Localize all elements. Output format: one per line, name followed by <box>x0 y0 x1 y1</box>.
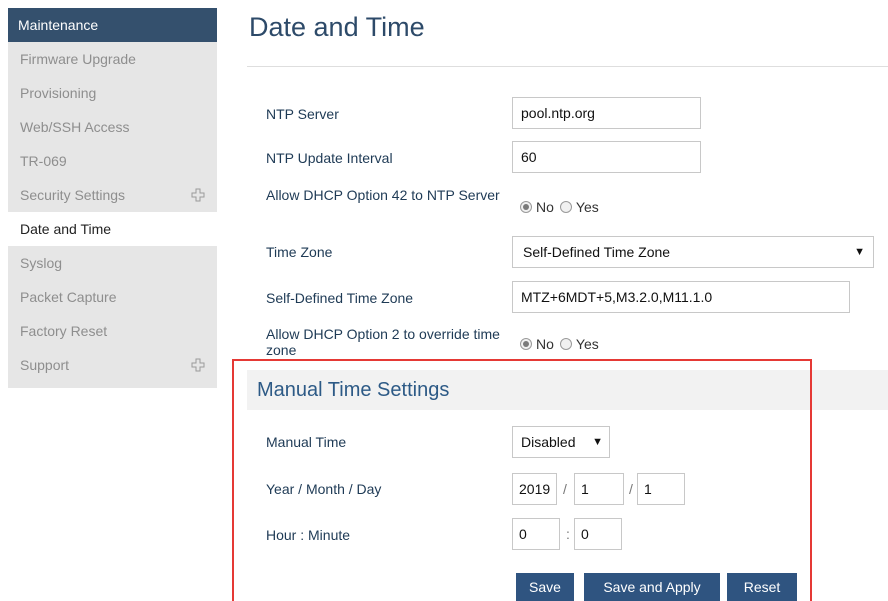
month-input[interactable]: 1 <box>574 473 624 505</box>
manual-time-label: Manual Time <box>266 434 347 450</box>
sidebar-item-label: Provisioning <box>20 85 97 101</box>
dhcp42-yes-radio[interactable] <box>559 201 572 213</box>
time-zone-value: Self-Defined Time Zone <box>523 244 671 260</box>
date-label: Year / Month / Day <box>266 481 382 497</box>
sidebar-item-label: Security Settings <box>20 187 126 203</box>
ntp-server-label: NTP Server <box>266 106 339 122</box>
dhcp2-yes-label: Yes <box>575 336 599 352</box>
dhcp2-yes-radio[interactable] <box>559 338 572 350</box>
reset-button[interactable]: Reset <box>727 573 797 601</box>
expand-plus-icon[interactable] <box>191 188 205 202</box>
day-input[interactable]: 1 <box>637 473 685 505</box>
dhcp42-no-label: No <box>536 199 554 215</box>
sidebar-item-label: Packet Capture <box>20 289 117 305</box>
expand-plus-icon[interactable] <box>191 358 205 372</box>
ntp-interval-input[interactable] <box>512 141 701 173</box>
date-separator: / <box>563 481 567 497</box>
ntp-server-input[interactable] <box>512 97 701 129</box>
dhcp2-no-radio[interactable] <box>520 338 532 350</box>
dhcp2-label: Allow DHCP Option 2 to override time zon… <box>266 326 500 358</box>
year-input[interactable]: 2019 <box>512 473 557 505</box>
sidebar-item-firmware-upgrade[interactable]: Firmware Upgrade <box>8 42 217 76</box>
sidebar-item-syslog[interactable]: Syslog <box>8 246 217 280</box>
sidebar-item-label: Syslog <box>20 255 63 271</box>
page-title: Date and Time <box>249 12 425 42</box>
sidebar-item-security-settings[interactable]: Security Settings <box>8 178 217 212</box>
date-separator: / <box>629 481 633 497</box>
dhcp2-no-label: No <box>536 336 554 352</box>
dhcp42-yes-label: Yes <box>575 199 599 215</box>
sidebar-item-packet-capture[interactable]: Packet Capture <box>8 280 217 314</box>
sidebar-item-tr-069[interactable]: TR-069 <box>8 144 217 178</box>
sidebar-item-label: Factory Reset <box>20 323 108 339</box>
sidebar-item-label: Web/SSH Access <box>20 119 130 135</box>
ntp-interval-label: NTP Update Interval <box>266 150 393 166</box>
manual-time-select[interactable]: Disabled ▼ <box>512 426 610 458</box>
time-separator: : <box>566 526 570 542</box>
hour-input[interactable]: 0 <box>512 518 560 550</box>
sidebar-item-support[interactable]: Support <box>8 348 217 382</box>
sidebar-item-label: Firmware Upgrade <box>20 51 136 67</box>
time-label: Hour : Minute <box>266 527 351 543</box>
manual-section-title: Manual Time Settings <box>257 379 450 401</box>
dropdown-arrow-icon: ▼ <box>592 436 603 448</box>
dhcp2-radio-group: No Yes <box>520 336 605 352</box>
manual-time-value: Disabled <box>521 434 576 450</box>
sidebar-item-label: TR-069 <box>20 153 67 169</box>
time-zone-label: Time Zone <box>266 244 333 260</box>
dhcp42-no-radio[interactable] <box>520 201 532 213</box>
self-defined-tz-label: Self-Defined Time Zone <box>266 290 414 306</box>
self-defined-tz-input[interactable] <box>512 281 850 313</box>
sidebar: Maintenance Firmware Upgrade Provisionin… <box>8 8 217 388</box>
sidebar-item-date-and-time[interactable]: Date and Time <box>8 212 217 246</box>
save-button[interactable]: Save <box>516 573 574 601</box>
time-zone-select[interactable]: Self-Defined Time Zone ▼ <box>512 236 874 268</box>
dhcp42-radio-group: No Yes <box>520 199 605 215</box>
save-and-apply-button[interactable]: Save and Apply <box>584 573 720 601</box>
minute-input[interactable]: 0 <box>574 518 622 550</box>
sidebar-item-web-ssh-access[interactable]: Web/SSH Access <box>8 110 217 144</box>
header-divider <box>247 66 888 67</box>
sidebar-item-label: Date and Time <box>20 221 112 237</box>
sidebar-header[interactable]: Maintenance <box>8 8 217 42</box>
dhcp42-label: Allow DHCP Option 42 to NTP Server <box>266 187 500 203</box>
sidebar-item-factory-reset[interactable]: Factory Reset <box>8 314 217 348</box>
sidebar-item-label: Support <box>20 357 70 373</box>
dropdown-arrow-icon: ▼ <box>854 246 865 258</box>
sidebar-item-provisioning[interactable]: Provisioning <box>8 76 217 110</box>
